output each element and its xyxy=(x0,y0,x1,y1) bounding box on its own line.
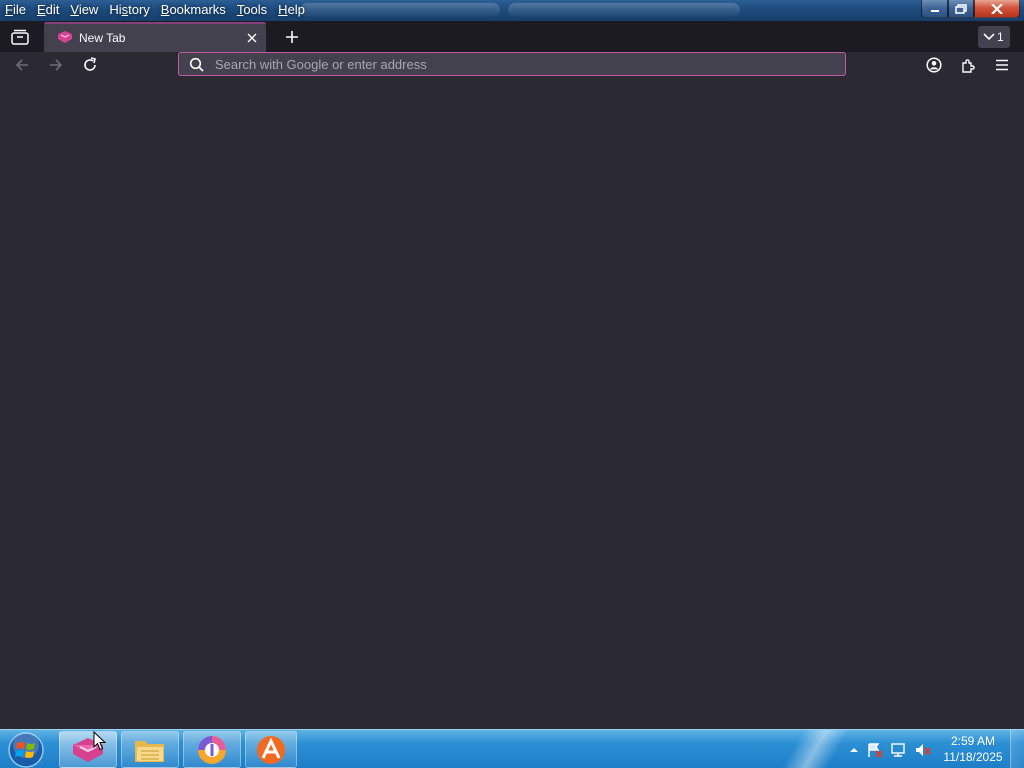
list-all-tabs-button[interactable]: 1 xyxy=(978,26,1010,48)
menu-history[interactable]: History xyxy=(104,0,154,21)
flag-icon xyxy=(868,743,883,758)
show-desktop-button[interactable] xyxy=(1010,730,1024,768)
extensions-button[interactable] xyxy=(957,54,979,76)
navigation-toolbar xyxy=(0,52,1024,78)
mouse-cursor-icon xyxy=(93,731,107,751)
menu-bookmarks[interactable]: Bookmarks xyxy=(156,0,231,21)
forward-arrow-icon xyxy=(50,59,63,71)
new-tab-button[interactable] xyxy=(282,27,302,47)
tab-strip: New Tab 1 xyxy=(0,21,1024,52)
restore-icon xyxy=(955,3,967,14)
account-button[interactable] xyxy=(923,54,945,76)
system-clock[interactable]: 2:59 AM 11/18/2025 xyxy=(940,733,1006,765)
taskbar-app-button[interactable] xyxy=(245,731,297,768)
minimize-button[interactable] xyxy=(921,0,948,18)
app-icon xyxy=(198,735,226,764)
menu-bar: File Edit View History Bookmarks Tools H… xyxy=(0,0,311,21)
tab-accent xyxy=(44,22,266,24)
app-menu-button[interactable] xyxy=(991,54,1013,76)
show-hidden-icons-button[interactable] xyxy=(846,742,862,758)
volume-muted-icon xyxy=(916,744,931,756)
search-icon xyxy=(189,57,204,72)
back-button[interactable] xyxy=(11,54,33,76)
window-controls xyxy=(921,0,1020,18)
close-window-button[interactable] xyxy=(974,0,1020,18)
reload-icon xyxy=(84,57,96,71)
start-button[interactable] xyxy=(4,731,48,768)
close-icon xyxy=(247,33,257,43)
chevron-down-icon xyxy=(983,33,995,41)
taskbar-browser-button[interactable] xyxy=(59,731,117,768)
app-icon xyxy=(257,735,285,764)
network-icon[interactable] xyxy=(890,742,906,758)
taskbar: 2:59 AM 11/18/2025 xyxy=(0,729,1024,768)
menu-help[interactable]: Help xyxy=(273,0,310,21)
minimize-icon xyxy=(930,9,939,12)
taskbar-app-button[interactable] xyxy=(183,731,241,768)
tab-new-tab[interactable]: New Tab xyxy=(44,22,266,52)
menu-tools[interactable]: Tools xyxy=(232,0,272,21)
tab-overview-button[interactable] xyxy=(6,24,34,50)
folder-icon xyxy=(135,740,164,762)
volume-icon[interactable] xyxy=(914,742,931,758)
hamburger-menu-icon xyxy=(996,59,1008,71)
close-icon xyxy=(991,3,1003,14)
action-center-icon[interactable] xyxy=(866,742,883,758)
restore-button[interactable] xyxy=(948,0,974,18)
extensions-icon xyxy=(962,59,975,73)
clock-date: 11/18/2025 xyxy=(943,750,1003,764)
page-content xyxy=(0,78,1024,729)
account-icon xyxy=(926,57,942,73)
title-bar-glass xyxy=(508,3,740,17)
windows-logo-icon xyxy=(8,732,44,768)
browser-logo-icon xyxy=(58,31,72,43)
address-bar[interactable] xyxy=(178,52,846,76)
tab-overview-icon xyxy=(11,29,29,45)
menu-edit[interactable]: Edit xyxy=(32,0,64,21)
forward-button[interactable] xyxy=(45,54,67,76)
menu-file[interactable]: File xyxy=(0,0,31,21)
tab-count: 1 xyxy=(997,30,1004,44)
plus-icon xyxy=(286,31,298,43)
tab-title: New Tab xyxy=(79,31,126,45)
menu-view[interactable]: View xyxy=(65,0,103,21)
title-bar-glass xyxy=(300,3,500,17)
reload-button[interactable] xyxy=(79,54,101,76)
back-arrow-icon xyxy=(15,59,28,71)
clock-time: 2:59 AM xyxy=(950,734,996,748)
taskbar-explorer-button[interactable] xyxy=(121,731,179,768)
network-icon xyxy=(891,743,905,757)
chevron-up-icon xyxy=(850,748,858,752)
close-tab-button[interactable] xyxy=(244,30,260,46)
search-input[interactable] xyxy=(215,53,835,75)
title-bar: File Edit View History Bookmarks Tools H… xyxy=(0,0,1024,21)
